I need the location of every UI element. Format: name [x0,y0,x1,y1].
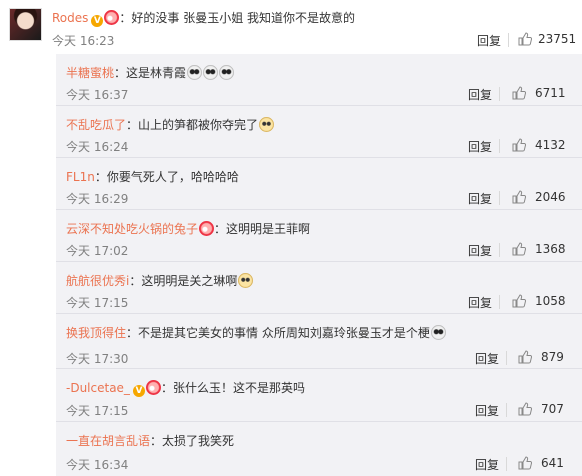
reply-line: 云深不知处吃火锅的兔子 ：这明明是王菲啊 [66,220,310,238]
reply-like-count: 1058 [535,294,566,308]
reply-text: ：这明明是王菲啊 [214,222,311,236]
divider [56,209,582,210]
main-comment-time: 今天 16:23 [52,34,115,48]
reply-button[interactable]: 回复 [475,402,499,419]
reply-time: 今天 16:37 [66,88,129,102]
reply-like-count: 707 [541,402,564,416]
divider [508,33,509,47]
like-icon[interactable] [512,138,527,152]
divider [499,191,500,205]
like-icon[interactable] [518,32,533,46]
reply-text: ：太损了我笑死 [150,434,235,448]
reply-username[interactable]: 云深不知处吃火锅的兔子 [66,222,198,236]
divider [499,243,500,257]
divider [506,403,507,417]
divider [499,139,500,153]
reply-username[interactable]: 不乱吃瓜了 [66,118,126,132]
main-comment-username[interactable]: Rodes [52,11,88,25]
verified-icon: V [91,15,104,27]
reply-like-count: 641 [541,456,564,470]
reply-line: FL1n：你要气死人了，哈哈哈哈 [66,168,239,186]
reply-text: ：张什么玉！这不是那英吗 [160,381,305,395]
member-badge-icon [199,221,215,236]
panda-emoji-icon [430,325,446,340]
reply-line: 不乱吃瓜了：山上的笋都被你夺完了 [66,116,275,134]
divider [499,87,500,101]
reply-line: 航航很优秀i：这明明是关之琳啊 [66,272,254,290]
panda-emoji-icon [203,65,219,80]
divider [506,351,507,365]
like-icon[interactable] [512,86,527,100]
divider [506,457,507,471]
reply-time: 今天 16:29 [66,192,129,206]
avatar[interactable] [9,8,42,41]
reply-time: 今天 16:24 [66,140,129,154]
reply-text: ：不是提其它美女的事情 众所周知刘嘉玲张曼玉才是个梗 [126,326,430,340]
divider [56,368,582,369]
panda-emoji-icon [187,65,203,80]
reply-username[interactable]: 一直在胡言乱语 [66,434,150,448]
like-icon[interactable] [512,294,527,308]
panda-emoji-icon [219,65,235,80]
replies-panel: 半糖蜜桃：这是林青霞 今天 16:37 回复 6711 不乱吃瓜了：山上的笋都被… [56,54,582,476]
verified-icon: V [132,385,145,397]
reply-like-count: 1368 [535,242,566,256]
reply-time: 今天 17:02 [66,244,129,258]
reply-like-count: 2046 [535,190,566,204]
reply-button[interactable]: 回复 [475,456,499,473]
doge-emoji-icon [259,117,275,132]
main-comment: Rodes V ：好的没事 张曼玉小姐 我知道你不是故意的 今天 16:23 回复 … [0,0,582,54]
reply-line: 半糖蜜桃：这是林青霞 [66,64,235,82]
reply-time: 今天 17:30 [66,352,129,366]
reply-time: 今天 17:15 [66,404,129,418]
divider [56,105,582,106]
reply-button[interactable]: 回复 [468,86,492,103]
member-badge-icon [104,10,120,25]
reply-button[interactable]: 回复 [468,294,492,311]
reply-like-count: 879 [541,350,564,364]
member-badge-icon [145,380,161,395]
reply-like-count: 6711 [535,86,566,100]
reply-username[interactable]: FL1n [66,170,95,184]
reply-username[interactable]: 换我顶得住 [66,326,126,340]
reply-text: ：这明明是关之琳啊 [129,274,238,288]
reply-text: ：这是林青霞 [114,66,187,80]
main-comment-text: ：好的没事 张曼玉小姐 我知道你不是故意的 [119,11,356,25]
reply-line: -Dulcetae_ V ：张什么玉！这不是那英吗 [66,379,305,397]
divider [56,157,582,158]
main-comment-reply-button[interactable]: 回复 [477,32,501,49]
divider [56,313,582,314]
like-icon[interactable] [512,242,527,256]
reply-button[interactable]: 回复 [468,190,492,207]
divider [56,261,582,262]
main-comment-line: Rodes V ：好的没事 张曼玉小姐 我知道你不是故意的 [52,9,355,27]
doge-emoji-icon [238,273,254,288]
divider [499,295,500,309]
reply-text: ：山上的笋都被你夺完了 [126,118,259,132]
reply-button[interactable]: 回复 [475,350,499,367]
reply-time: 今天 16:34 [66,458,129,472]
like-icon[interactable] [518,456,533,470]
like-icon[interactable] [518,402,533,416]
reply-button[interactable]: 回复 [468,242,492,259]
reply-line: 一直在胡言乱语：太损了我笑死 [66,432,234,450]
reply-button[interactable]: 回复 [468,138,492,155]
main-comment-like-count: 23751 [538,32,577,46]
reply-line: 换我顶得住：不是提其它美女的事情 众所周知刘嘉玲张曼玉才是个梗 [66,324,446,342]
reply-username[interactable]: 半糖蜜桃 [66,66,114,80]
like-icon[interactable] [518,350,533,364]
reply-text: ：你要气死人了，哈哈哈哈 [94,170,239,184]
like-icon[interactable] [512,190,527,204]
reply-time: 今天 17:15 [66,296,129,310]
divider [56,421,582,422]
reply-username[interactable]: -Dulcetae_ [66,381,130,395]
reply-like-count: 4132 [535,138,566,152]
reply-username[interactable]: 航航很优秀i [66,274,129,288]
